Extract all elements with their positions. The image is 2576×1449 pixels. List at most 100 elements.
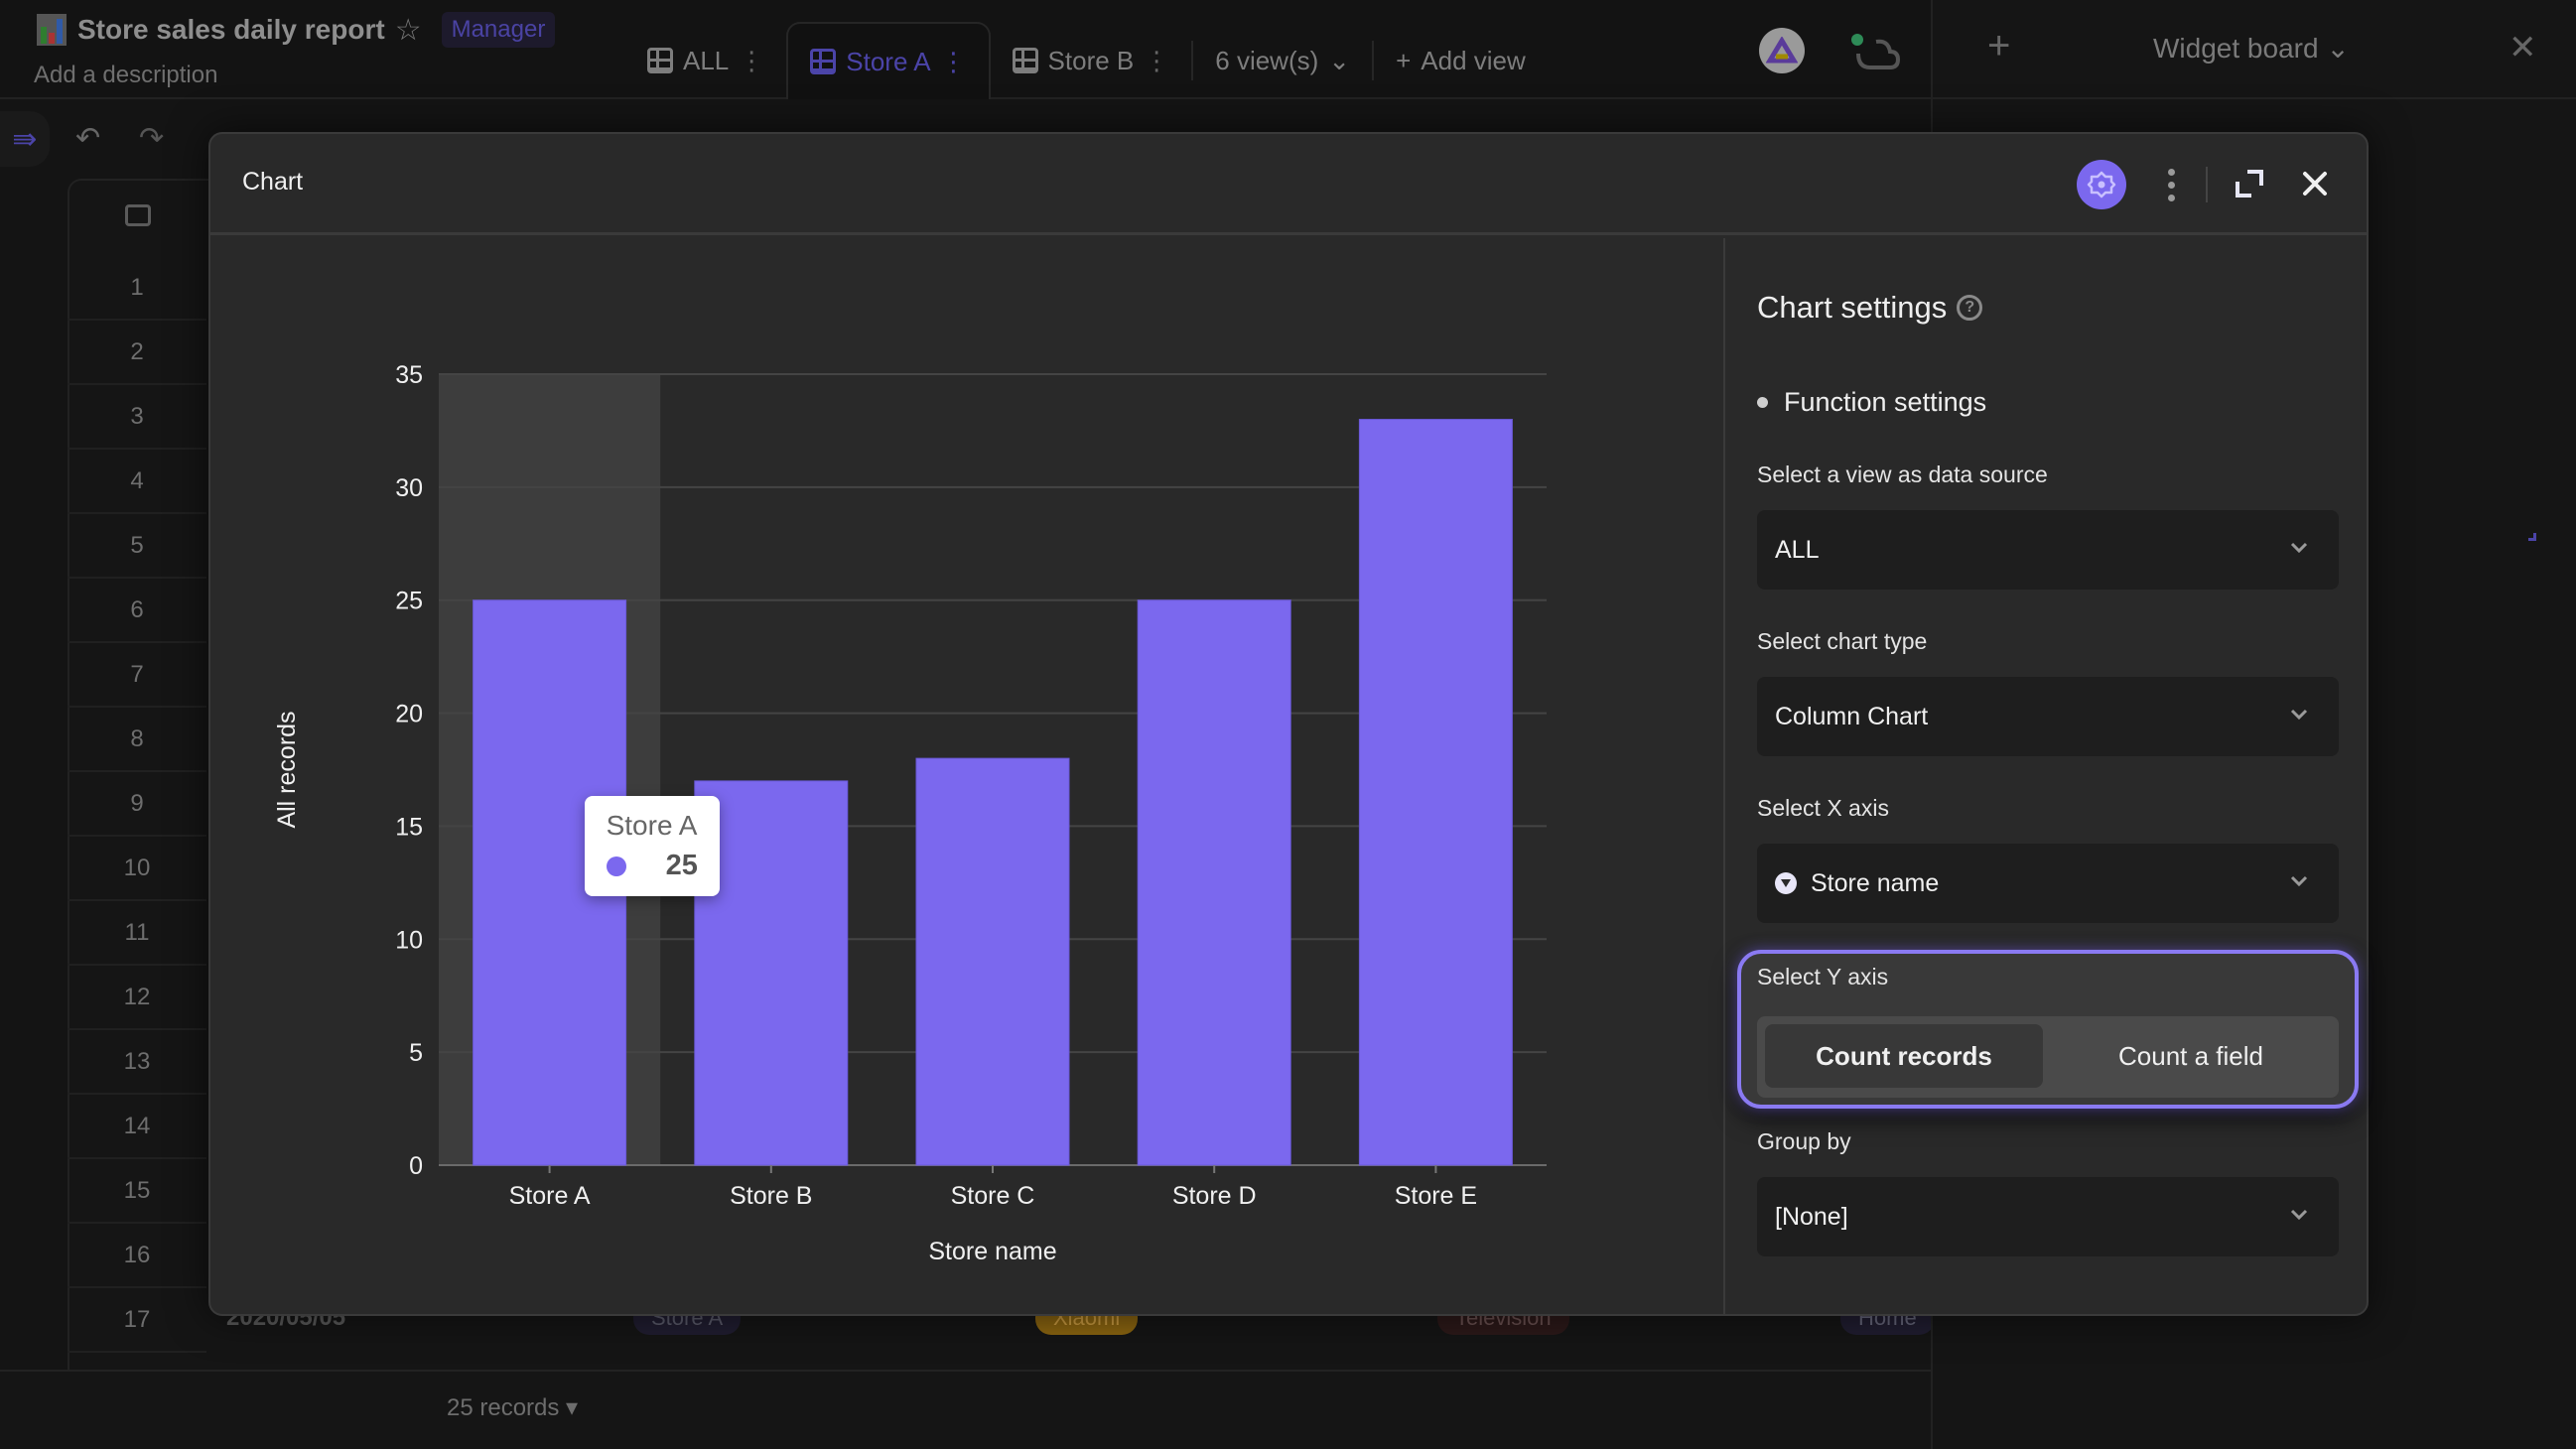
chevron-down-icon [2290, 1209, 2308, 1221]
data-source-label: Select a view as data source [1757, 461, 2048, 487]
x-tick-label: Store D [1172, 1182, 1257, 1210]
close-icon[interactable]: ✕ [2508, 28, 2537, 67]
star-icon[interactable]: ☆ [395, 13, 422, 48]
divider [2206, 167, 2208, 202]
row-number: 13 [68, 1030, 206, 1095]
x-tick-label: Store C [951, 1182, 1035, 1210]
tab-store-a[interactable]: Store A ⋮ [786, 22, 991, 99]
chart-settings-panel: Chart settings ? Function settings Selec… [1723, 238, 2369, 1316]
bar-store-c[interactable] [915, 757, 1070, 1166]
chart-type-label: Select chart type [1757, 628, 1928, 654]
tab-more-icon[interactable]: ⋮ [739, 46, 764, 76]
x-axis-label: Select X axis [1757, 795, 1889, 821]
y-axis-title: All records [273, 711, 301, 828]
y-tick-label: 30 [395, 474, 423, 502]
undo-icon[interactable]: ↶ [75, 121, 100, 156]
chart-settings-button[interactable] [2077, 160, 2126, 209]
count-field-option[interactable]: Count a field [2051, 1024, 2331, 1088]
x-tick-label: Store B [730, 1182, 812, 1210]
gear-icon [2087, 171, 2116, 198]
widget-board-title: Widget board [2153, 33, 2319, 64]
data-source-select[interactable]: ALL [1757, 510, 2339, 590]
y-tick-label: 25 [395, 588, 423, 615]
x-axis-select[interactable]: Store name [1757, 844, 2339, 923]
bullet-icon [1757, 397, 1768, 408]
bar-store-e[interactable] [1358, 419, 1513, 1166]
add-widget-icon[interactable]: + [1987, 24, 2010, 68]
x-axis-title: Store name [928, 1238, 1056, 1265]
count-records-option[interactable]: Count records [1765, 1024, 2043, 1088]
group-by-label: Group by [1757, 1128, 1851, 1154]
modal-title: Chart [242, 168, 304, 196]
tab-label: ALL [683, 45, 730, 75]
chart-tooltip: Store A 25 [584, 796, 720, 897]
tooltip-title: Store A [606, 810, 698, 842]
view-tabs: ALL ⋮ Store A ⋮ Store B ⋮ 6 view(s) ⌄ + [625, 22, 1548, 99]
row-number: 10 [68, 837, 206, 901]
y-tick-label: 5 [409, 1039, 423, 1067]
close-icon[interactable] [2295, 164, 2335, 203]
chart-type-select[interactable]: Column Chart [1757, 677, 2339, 756]
row-number: 11 [68, 901, 206, 966]
chart-modal: Chart 0 5 10 15 20 25 30 35 Store A Store B Store … [208, 132, 2369, 1316]
select-value: ALL [1775, 535, 1820, 564]
views-count: 6 view(s) [1215, 45, 1319, 75]
y-tick-label: 10 [395, 926, 423, 954]
redo-icon[interactable]: ↷ [139, 121, 164, 156]
resize-handle-icon[interactable] [2528, 533, 2536, 541]
select-all-checkbox[interactable] [125, 204, 151, 226]
role-badge: Manager [441, 12, 556, 48]
grid-view-icon [810, 49, 837, 74]
description-field[interactable]: Add a description [34, 62, 217, 89]
tab-more-icon[interactable]: ⋮ [1144, 46, 1169, 76]
records-count[interactable]: 25 records ▾ [447, 1393, 578, 1422]
y-tick-label: 20 [395, 701, 423, 728]
grid-view-icon [647, 48, 673, 73]
row-number: 12 [68, 966, 206, 1030]
plus-icon: + [1396, 45, 1412, 75]
row-number: 7 [68, 643, 206, 708]
x-tick-label: Store E [1395, 1182, 1477, 1210]
y-tick-label: 35 [395, 361, 423, 389]
column-chart: 0 5 10 15 20 25 30 35 Store A Store B Store C Store… [273, 361, 1547, 1265]
chevron-down-icon [2290, 709, 2308, 721]
row-number: 5 [68, 514, 206, 579]
y-tick-label: 15 [395, 813, 423, 841]
views-dropdown[interactable]: 6 view(s) ⌄ [1193, 22, 1372, 99]
y-axis-segmented-control: Count records Count a field [1757, 1016, 2339, 1098]
sidebar-toggle-button[interactable]: ⇛ [0, 111, 50, 167]
row-number: 2 [68, 321, 206, 385]
row-number: 8 [68, 708, 206, 772]
row-number: 3 [68, 385, 206, 450]
tooltip-value: 25 [665, 850, 698, 882]
expand-icon[interactable] [2232, 166, 2267, 201]
y-tick-label: 0 [409, 1152, 423, 1180]
row-number: 4 [68, 450, 206, 514]
y-axis-section: Select Y axis Count records Count a fiel… [1737, 950, 2359, 1109]
app-logo-avatar[interactable] [1759, 28, 1805, 73]
single-select-field-icon [1775, 872, 1797, 894]
section-title: Function settings [1784, 387, 1987, 417]
tab-label: Store A [846, 46, 931, 76]
settings-title-text: Chart settings [1757, 290, 1948, 325]
tab-all[interactable]: ALL ⋮ [625, 22, 786, 99]
bar-store-d[interactable] [1137, 599, 1291, 1166]
grid-view-icon [1012, 48, 1038, 73]
select-value: Column Chart [1775, 702, 1929, 730]
logo-icon [1766, 37, 1798, 64]
tab-label: Store B [1047, 45, 1135, 75]
more-options-icon[interactable] [2156, 160, 2186, 209]
add-view-label: Add view [1421, 45, 1526, 75]
top-bar: Store sales daily report ☆ Manager Add a… [0, 0, 1931, 99]
document-title[interactable]: Store sales daily report [77, 14, 385, 46]
group-by-select[interactable]: [None] [1757, 1177, 2339, 1256]
widget-board-dropdown[interactable]: Widget board ⌄ [2153, 32, 2350, 65]
row-number: 1 [68, 256, 206, 321]
add-view-button[interactable]: + Add view [1374, 22, 1548, 99]
help-icon[interactable]: ? [1957, 295, 1983, 321]
cloud-sync-icon[interactable] [1848, 30, 1902, 73]
tab-more-icon[interactable]: ⋮ [941, 47, 967, 77]
tab-store-b[interactable]: Store B ⋮ [991, 22, 1192, 99]
row-number: 9 [68, 772, 206, 837]
spreadsheet-chart-icon [37, 14, 67, 46]
